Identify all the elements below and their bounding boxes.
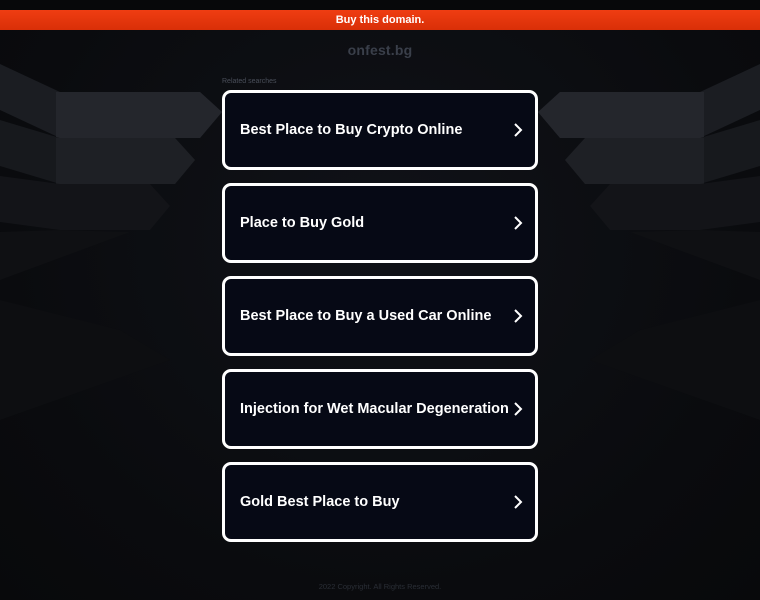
buy-domain-banner[interactable]: Buy this domain. (0, 10, 760, 30)
related-search-item[interactable]: Best Place to Buy a Used Car Online (222, 276, 538, 356)
related-search-item[interactable]: Gold Best Place to Buy (222, 462, 538, 542)
chevron-right-icon (513, 402, 523, 416)
related-search-label: Place to Buy Gold (240, 215, 365, 231)
chevron-right-icon (513, 216, 523, 230)
related-searches-list: Best Place to Buy Crypto Online Place to… (222, 90, 538, 555)
chevron-right-icon (513, 309, 523, 323)
related-search-label: Best Place to Buy Crypto Online (240, 122, 463, 138)
related-search-item[interactable]: Best Place to Buy Crypto Online (222, 90, 538, 170)
related-search-label: Injection for Wet Macular Degeneration (240, 401, 509, 417)
related-search-item[interactable]: Injection for Wet Macular Degeneration (222, 369, 538, 449)
copyright-footer: 2022 Copyright. All Rights Reserved. (318, 582, 442, 591)
related-search-label: Gold Best Place to Buy (240, 494, 400, 510)
top-strip (0, 0, 760, 10)
parked-domain-page: Buy this domain. onfest.bg Related searc… (0, 0, 760, 600)
related-search-item[interactable]: Place to Buy Gold (222, 183, 538, 263)
chevron-right-icon (513, 495, 523, 509)
related-search-label: Best Place to Buy a Used Car Online (240, 308, 492, 324)
chevron-right-icon (513, 123, 523, 137)
domain-name: onfest.bg (347, 42, 413, 58)
related-searches-heading: Related searches (222, 78, 277, 85)
